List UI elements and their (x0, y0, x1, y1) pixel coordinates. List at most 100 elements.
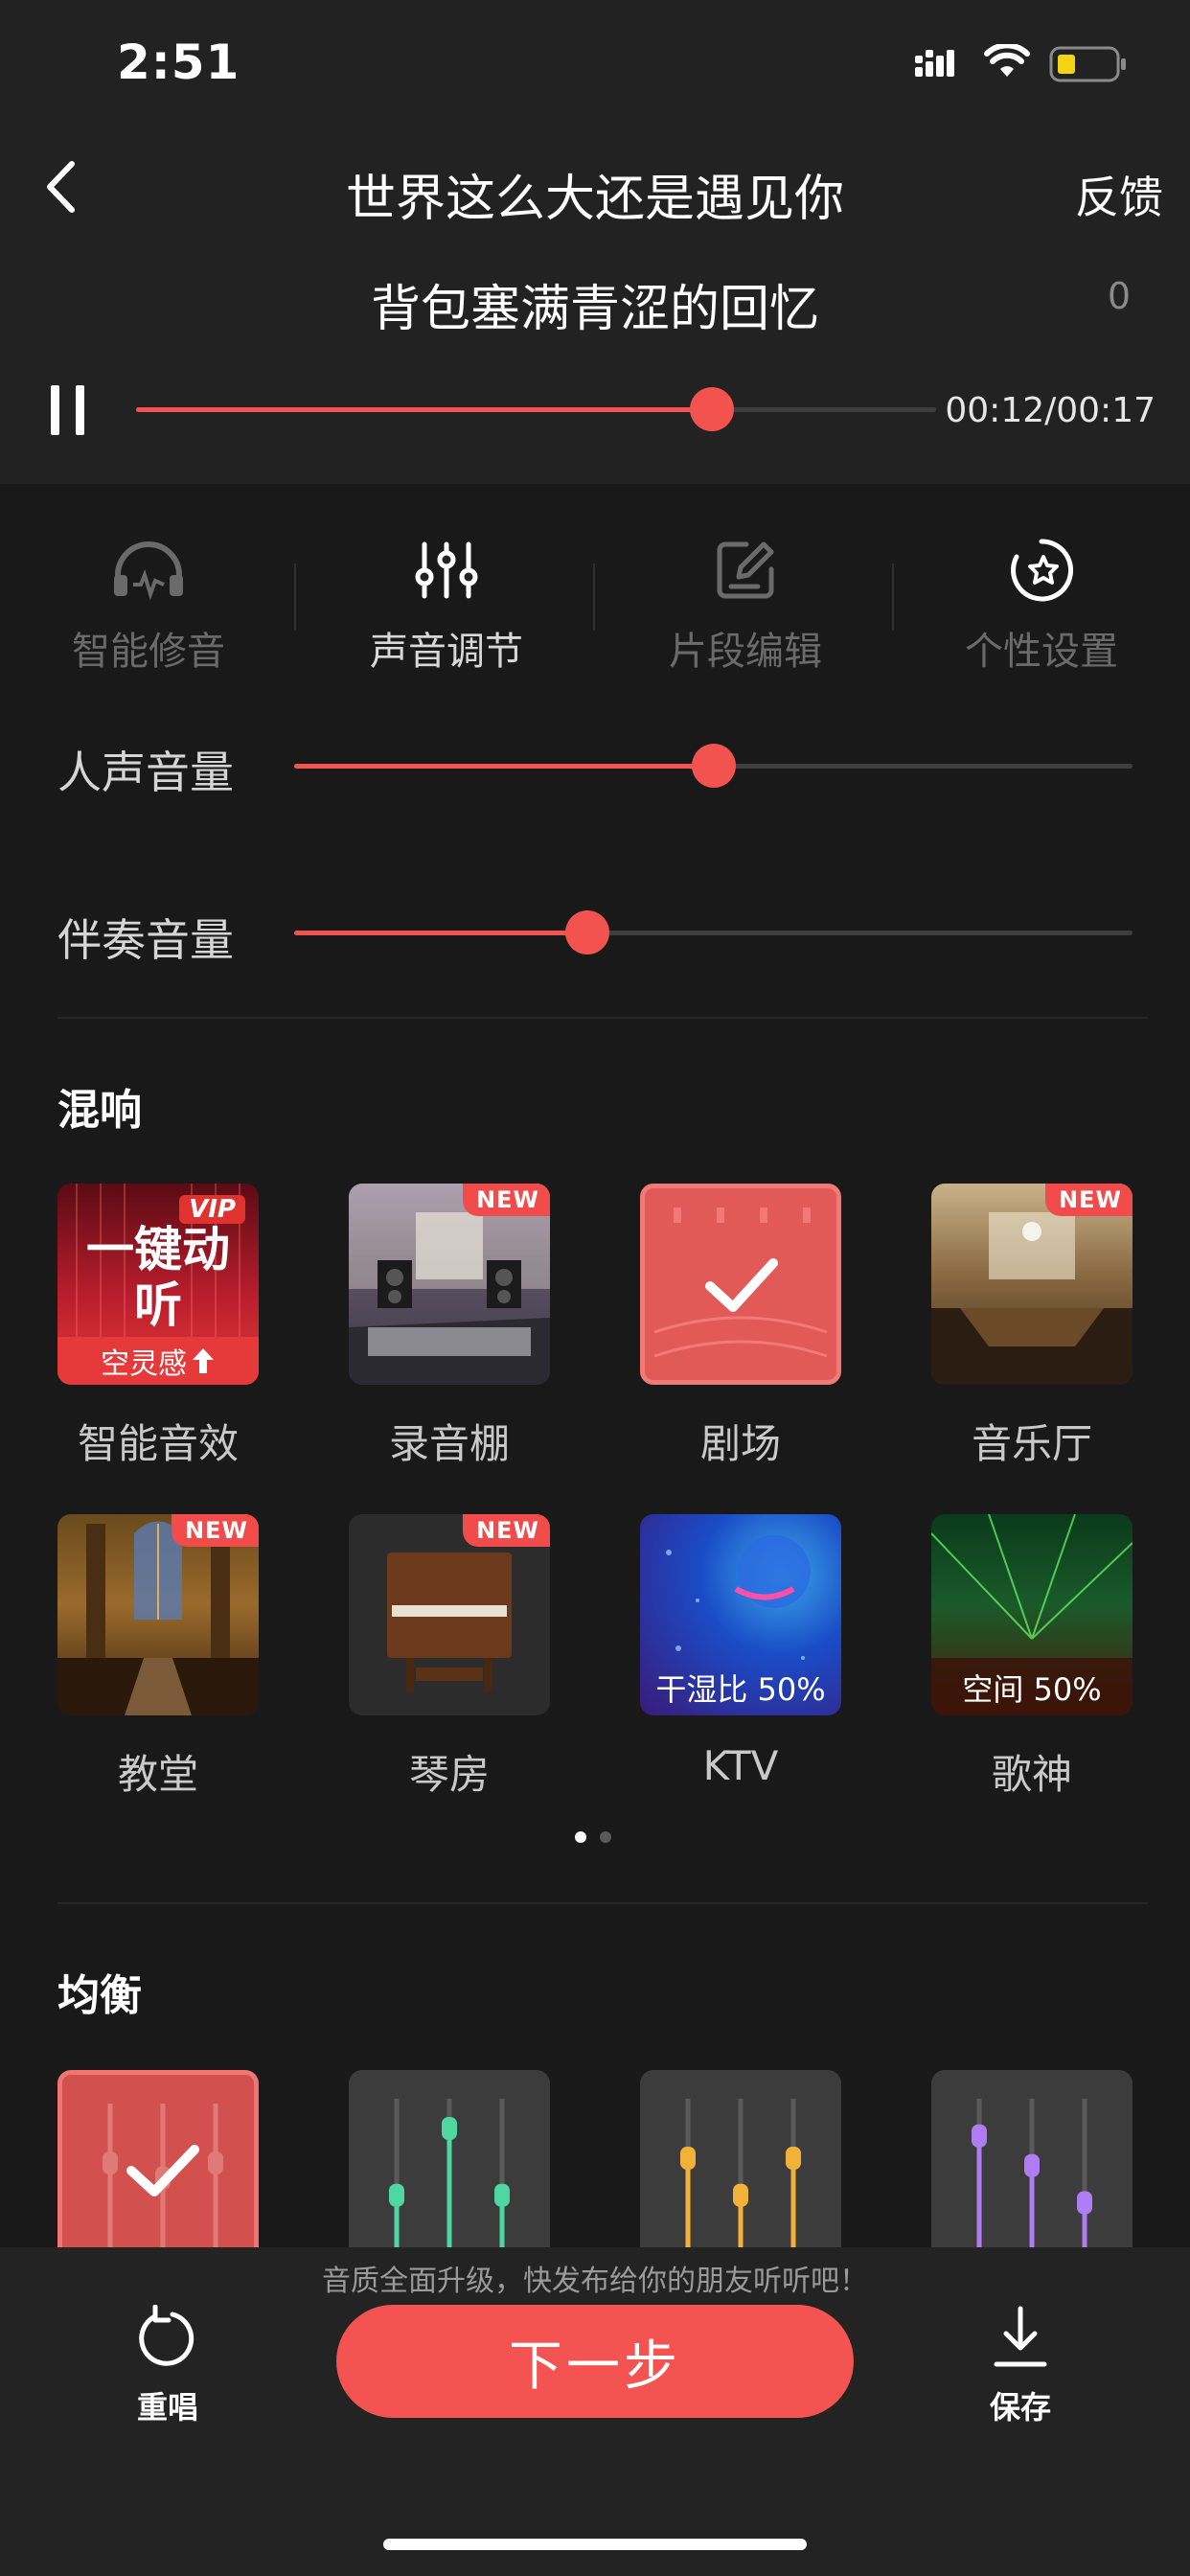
eq-band-knob (733, 2183, 748, 2207)
arrow-up-icon (193, 1348, 214, 1373)
upgrade-hint: 音质全面升级，快发布给你的朋友听听吧！ (322, 2265, 868, 2298)
slider-fill (294, 931, 588, 935)
equalizer-section-title: 均衡 (57, 1971, 142, 2020)
new-badge: NEW (463, 1184, 550, 1216)
feedback-button[interactable]: 反馈 (1075, 163, 1163, 226)
next-step-button[interactable]: 下一步 (336, 2305, 854, 2418)
reverb-tile-label: 琴房 (408, 1751, 490, 1798)
headphone-icon (0, 532, 297, 609)
home-indicator (383, 2539, 807, 2550)
divider (57, 1017, 1148, 1019)
check-icon (705, 1258, 778, 1312)
equalizer-preset-tile[interactable] (349, 2070, 550, 2247)
reverb-tile-studio[interactable]: NEW (349, 1184, 550, 1385)
new-badge: NEW (463, 1514, 550, 1547)
status-time: 2:51 (117, 34, 240, 90)
reverb-tile-label: KTV (702, 1742, 779, 1789)
tab-personal-settings[interactable]: 个性设置 (893, 532, 1190, 676)
new-badge: NEW (1045, 1184, 1133, 1216)
playback-time: 00:12/00:17 (945, 391, 1156, 430)
tab-sound-adjust[interactable]: 声音调节 (298, 532, 595, 676)
next-step-label: 下一步 (509, 2334, 681, 2398)
page-dot (600, 1831, 611, 1843)
eq-band-knob (1024, 2153, 1040, 2177)
song-title: 世界这么大还是遇见你 (345, 171, 844, 228)
tile-overlay-text: 干湿比 50% (655, 1671, 826, 1708)
divider (57, 1902, 1148, 1904)
eq-band-knob (786, 2147, 801, 2170)
reverb-tile-label: 录音棚 (388, 1420, 510, 1467)
equalizer-bars-icon (103, 2104, 223, 2247)
tile-overlay-bar: 空灵感 (57, 1337, 259, 1385)
eq-band-knob (972, 2124, 987, 2148)
reverb-tile-concert-hall[interactable]: NEW (931, 1184, 1133, 1385)
accompaniment-volume-slider[interactable] (294, 910, 1133, 954)
tile-art-text: 一键动听 (86, 1222, 230, 1333)
theater-art (653, 1208, 828, 1358)
playback-progress-slider[interactable] (136, 387, 936, 431)
equalizer-sliders-icon (298, 532, 595, 609)
new-badge: NEW (172, 1514, 259, 1547)
tab-label: 声音调节 (370, 630, 523, 674)
eq-band-knob (494, 2183, 510, 2207)
save-button[interactable]: 保存 (953, 2305, 1087, 2427)
retry-icon (139, 2304, 195, 2366)
reverb-tile-smart[interactable]: VIP 一键动听 空灵感 (57, 1184, 259, 1385)
vocal-volume-label: 人声音量 (57, 747, 234, 798)
tab-label: 个性设置 (965, 630, 1118, 674)
vip-badge: VIP (179, 1195, 245, 1224)
signal-icon (915, 48, 965, 82)
tab-divider (294, 564, 296, 631)
tab-label: 智能修音 (72, 630, 225, 674)
eq-band-knob (389, 2183, 404, 2207)
equalizer-bars-icon (680, 2099, 801, 2247)
reverb-tile-label: 智能音效 (77, 1420, 239, 1467)
progress-knob[interactable] (690, 387, 735, 431)
page-indicator (575, 1831, 615, 1843)
reverb-tile-label: 剧场 (699, 1420, 781, 1467)
slider-knob[interactable] (565, 910, 610, 954)
tab-label: 片段编辑 (669, 630, 822, 674)
retry-label: 重唱 (136, 2389, 198, 2426)
reverb-tile-label: 教堂 (117, 1751, 198, 1798)
reverb-tile-label: 歌神 (991, 1751, 1072, 1798)
tab-smart-tune[interactable]: 智能修音 (0, 532, 297, 676)
accompaniment-volume-label: 伴奏音量 (57, 914, 234, 966)
equalizer-preset-tile[interactable] (640, 2070, 841, 2247)
slider-knob[interactable] (691, 744, 736, 788)
retry-button[interactable]: 重唱 (101, 2304, 235, 2427)
reverb-tile-church[interactable]: NEW (57, 1514, 259, 1715)
score-value: 0 (1107, 275, 1131, 317)
reverb-tile-theater[interactable] (640, 1184, 841, 1385)
wifi-icon (984, 42, 1030, 82)
reverb-tile-ktv[interactable]: 干湿比 50% (640, 1514, 841, 1715)
tab-divider (593, 564, 595, 631)
tile-overlay-text: 空灵感 (101, 1347, 187, 1381)
equalizer-preset-tile[interactable] (57, 2070, 259, 2247)
edit-icon (597, 532, 894, 609)
reverb-tile-singer-god[interactable]: 空间 50% (931, 1514, 1133, 1715)
page-dot-active (575, 1831, 586, 1843)
equalizer-bars-icon (389, 2099, 510, 2247)
equalizer-bars-icon (972, 2099, 1092, 2247)
equalizer-preset-tile[interactable] (931, 2070, 1133, 2247)
eq-band-knob (1077, 2191, 1092, 2215)
save-label: 保存 (989, 2389, 1051, 2426)
reverb-tile-piano-room[interactable]: NEW (349, 1514, 550, 1715)
star-badge-icon (893, 532, 1190, 609)
reverb-tile-label: 音乐厅 (971, 1420, 1092, 1467)
pause-icon (51, 385, 84, 435)
reverb-section-title: 混响 (57, 1086, 142, 1135)
vocal-volume-slider[interactable] (294, 744, 1133, 788)
eq-band-knob (103, 2151, 118, 2174)
tab-segment-edit[interactable]: 片段编辑 (597, 532, 894, 676)
battery-icon (1049, 46, 1128, 86)
current-lyric: 背包塞满青涩的回忆 (370, 281, 819, 338)
eq-band-knob (442, 2117, 457, 2140)
progress-fill (136, 407, 713, 412)
slider-fill (294, 764, 714, 769)
tile-overlay-text: 空间 50% (962, 1671, 1102, 1708)
pause-button[interactable] (48, 385, 88, 435)
download-icon (994, 2306, 1047, 2367)
eq-band-knob (208, 2151, 223, 2174)
